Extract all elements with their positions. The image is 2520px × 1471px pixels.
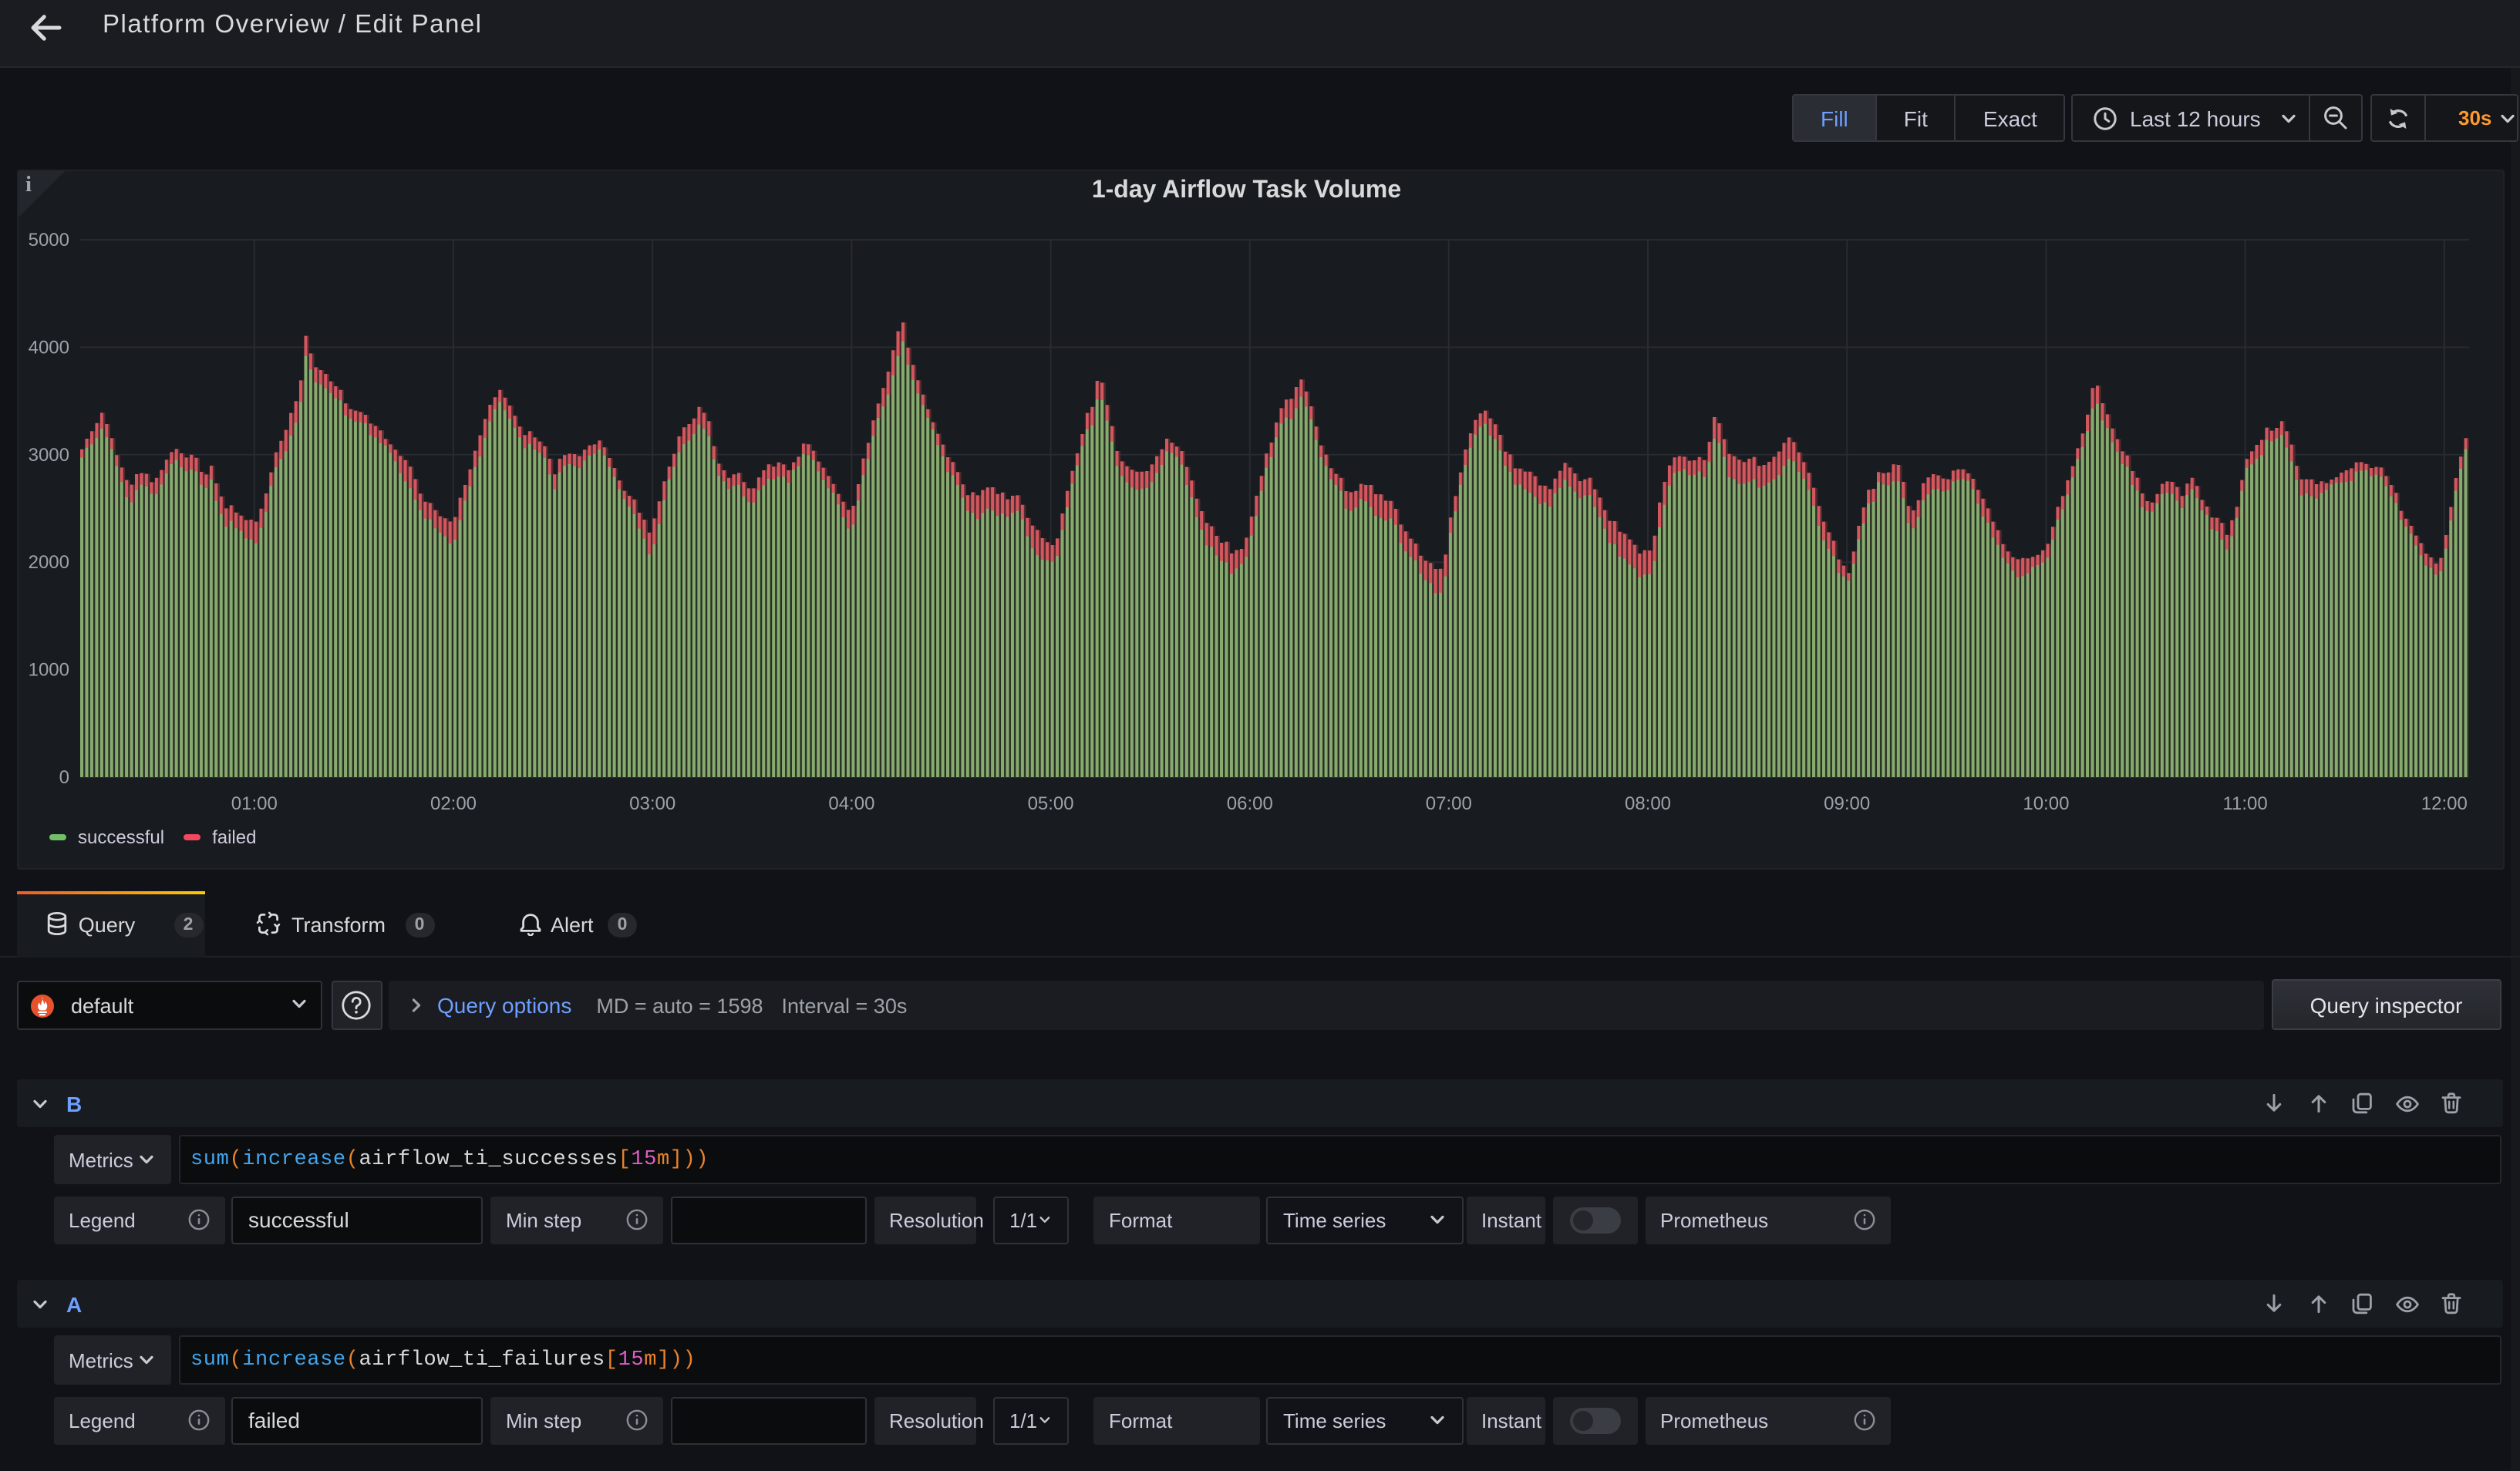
svg-text:07:00: 07:00	[1426, 793, 1472, 813]
svg-text:1000: 1000	[29, 659, 69, 680]
svg-text:4000: 4000	[29, 336, 69, 357]
svg-text:06:00: 06:00	[1227, 793, 1273, 813]
svg-text:5000: 5000	[29, 229, 69, 250]
svg-text:3000: 3000	[29, 444, 69, 465]
svg-text:01:00: 01:00	[231, 793, 278, 813]
svg-text:0: 0	[59, 766, 69, 787]
svg-text:2000: 2000	[29, 551, 69, 572]
svg-text:10:00: 10:00	[2023, 793, 2069, 813]
svg-text:02:00: 02:00	[430, 793, 477, 813]
svg-text:04:00: 04:00	[828, 793, 874, 813]
svg-text:08:00: 08:00	[1625, 793, 1671, 813]
svg-text:03:00: 03:00	[629, 793, 675, 813]
svg-text:12:00: 12:00	[2421, 793, 2468, 813]
svg-text:09:00: 09:00	[1824, 793, 1870, 813]
svg-text:05:00: 05:00	[1028, 793, 1074, 813]
svg-text:11:00: 11:00	[2222, 793, 2267, 813]
